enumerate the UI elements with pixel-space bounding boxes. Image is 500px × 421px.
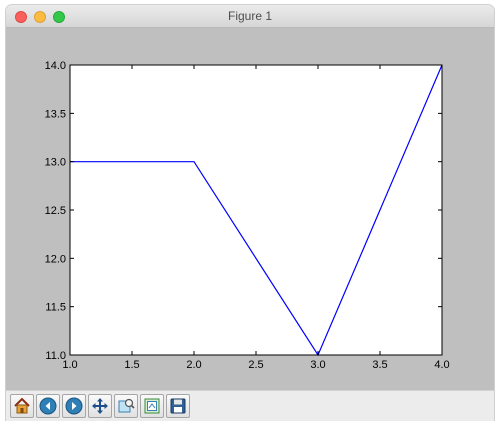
y-tick-label: 12.0	[45, 253, 66, 265]
zoom-rectangle-icon	[118, 398, 135, 413]
pan-arrows-icon	[92, 398, 108, 414]
home-button[interactable]	[10, 394, 34, 418]
floppy-disk-icon	[170, 398, 186, 414]
y-tick-label: 13.5	[45, 108, 66, 120]
x-tick-label: 2.0	[186, 359, 201, 371]
forward-arrow-icon	[65, 397, 83, 415]
back-arrow-icon	[39, 397, 57, 415]
plot-area	[70, 65, 442, 355]
home-icon	[14, 397, 30, 414]
window-title: Figure 1	[227, 9, 273, 23]
y-tick-label: 11.0	[45, 350, 66, 362]
zoom-button[interactable]	[114, 394, 138, 418]
back-button[interactable]	[36, 394, 60, 418]
x-tick-label: 3.0	[310, 359, 325, 371]
y-tick-label: 11.5	[45, 302, 66, 314]
figure-canvas[interactable]: 1.0 1.5 2.0 2.5 3.0 3.5 4.0 11.0 11.5 12.0 12.5 13.…	[6, 28, 494, 390]
navigation-toolbar	[6, 390, 494, 421]
figure-window: Figure 1 1.0 1.5 2.0 2.5 3.0 3.5 4.0 11.0 11.5 12…	[6, 5, 494, 421]
x-tick-label: 3.5	[372, 359, 387, 371]
title-bar[interactable]: Figure 1	[6, 5, 494, 28]
save-button[interactable]	[166, 394, 190, 418]
forward-button[interactable]	[62, 394, 86, 418]
line-chart: 1.0 1.5 2.0 2.5 3.0 3.5 4.011.011.512.012.513.…	[45, 60, 450, 371]
x-tick-label: 1.5	[124, 359, 139, 371]
subplots-icon	[144, 398, 160, 414]
x-tick-label: 4.0	[434, 359, 449, 371]
configure-subplots-button[interactable]	[140, 394, 164, 418]
pan-button[interactable]	[88, 394, 112, 418]
y-tick-label: 12.5	[45, 205, 66, 217]
y-tick-label: 14.0	[45, 60, 66, 72]
y-tick-label: 13.0	[45, 157, 66, 169]
x-tick-label: 2.5	[248, 359, 263, 371]
